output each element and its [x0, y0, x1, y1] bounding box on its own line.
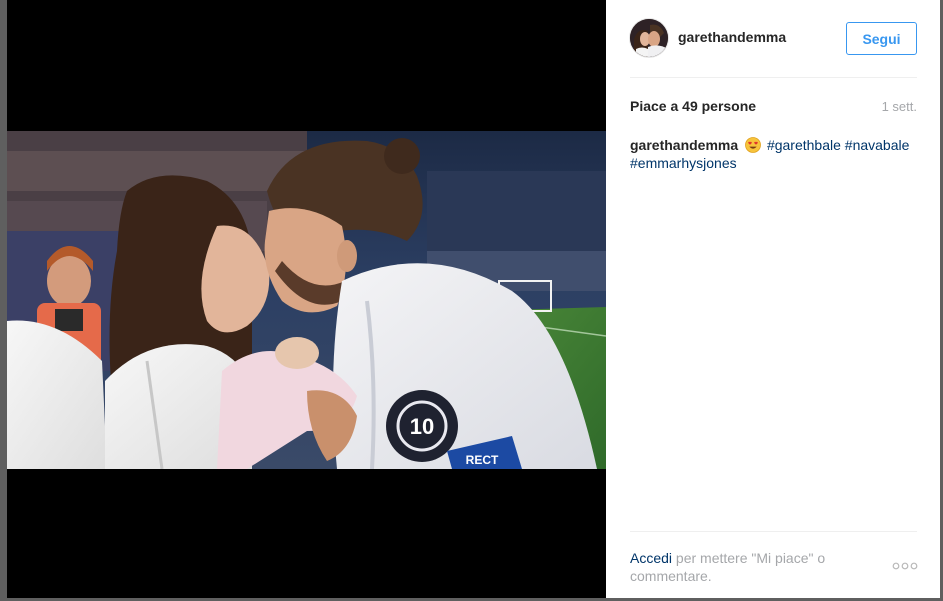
likes-count[interactable]: Piace a 49 persone [630, 98, 756, 114]
avatar-image [630, 19, 668, 57]
post-header: garethandemma Segui [630, 18, 917, 60]
badge-text: 10 [410, 414, 434, 439]
post-media[interactable]: 10 RECT [7, 0, 606, 598]
caption-username[interactable]: garethandemma [630, 137, 738, 153]
post-modal: 10 RECT garethandemma Segui Piace a 49 p… [0, 0, 943, 601]
hashtag-link[interactable]: #navabale [845, 137, 910, 153]
header-divider [630, 77, 917, 78]
band-text: RECT [466, 453, 499, 467]
login-prompt: Accedi per mettere "Mi piace" o commenta… [630, 549, 860, 585]
post-time[interactable]: 1 sett. [882, 99, 917, 114]
user-avatar[interactable] [630, 19, 668, 57]
footer-divider [630, 531, 917, 532]
username-link[interactable]: garethandemma [678, 29, 786, 45]
hashtag-link[interactable]: #garethbale [767, 137, 841, 153]
heart-eyes-emoji-icon [745, 137, 761, 153]
login-link[interactable]: Accedi [630, 550, 672, 566]
post-photo[interactable]: 10 RECT [7, 131, 606, 469]
ellipsis-icon[interactable] [892, 561, 918, 571]
post-caption: garethandemma #garethbale #navabale #emm… [630, 136, 910, 172]
post-sidebar: garethandemma Segui Piace a 49 persone 1… [606, 0, 940, 598]
follow-button[interactable]: Segui [846, 22, 917, 55]
backdrop-left[interactable] [0, 0, 7, 601]
hashtag-link[interactable]: #emmarhysjones [630, 155, 737, 171]
